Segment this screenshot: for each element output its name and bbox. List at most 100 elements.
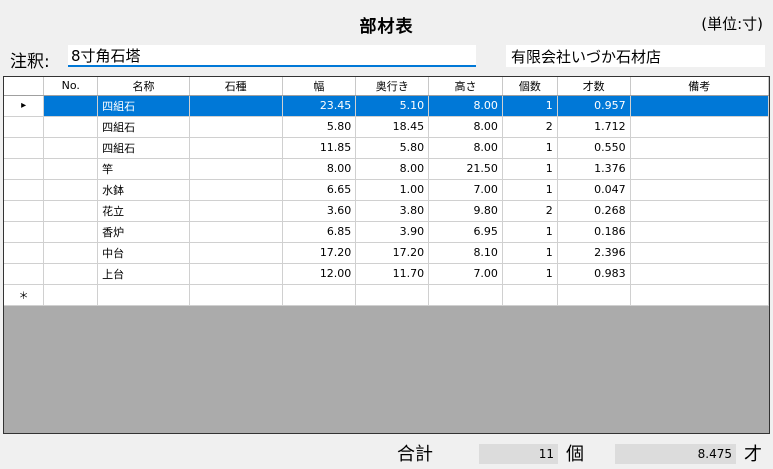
cell-stone[interactable] [189, 200, 283, 222]
cell-stone[interactable] [189, 242, 283, 264]
parts-grid[interactable]: No. 名称 石種 幅 奥行き 高さ 個数 才数 備考 ▸ 四組石 23.45 … [3, 76, 770, 434]
table-row[interactable]: 四組石 11.85 5.80 8.00 1 0.550 [4, 137, 769, 159]
cell-name[interactable]: 上台 [97, 263, 190, 285]
cell-stone[interactable] [189, 95, 283, 117]
column-header-width[interactable]: 幅 [282, 77, 357, 96]
column-header-sai[interactable]: 才数 [557, 77, 631, 96]
cell-stone[interactable] [189, 137, 283, 159]
column-header-height[interactable]: 高さ [428, 77, 503, 96]
cell-name[interactable]: 四組石 [97, 137, 190, 159]
cell-depth[interactable]: 11.70 [355, 263, 430, 285]
cell-sai[interactable]: 0.268 [557, 200, 631, 222]
order-name-input[interactable] [68, 45, 476, 67]
cell-no[interactable] [43, 242, 99, 264]
cell-sai[interactable]: 2.396 [557, 242, 631, 264]
cell-note[interactable] [630, 95, 769, 117]
cell-count[interactable]: 1 [502, 158, 558, 180]
new-row-indicator[interactable]: ＊ [4, 284, 45, 306]
cell-depth[interactable]: 8.00 [355, 158, 430, 180]
table-row[interactable]: 中台 17.20 17.20 8.10 1 2.396 [4, 242, 769, 264]
cell-count[interactable]: 1 [502, 221, 558, 243]
cell-width[interactable]: 12.00 [282, 263, 357, 285]
cell-count[interactable]: 1 [502, 242, 558, 264]
cell-name[interactable]: 花立 [97, 200, 190, 222]
cell-depth[interactable]: 5.10 [355, 95, 430, 117]
shop-name-input[interactable] [506, 45, 765, 67]
cell-note[interactable] [630, 179, 769, 201]
column-header-no[interactable]: No. [43, 77, 99, 96]
cell-sai[interactable]: 0.957 [557, 95, 631, 117]
cell-depth[interactable]: 18.45 [355, 116, 430, 138]
cell-height[interactable]: 9.80 [428, 200, 503, 222]
cell-note[interactable] [630, 116, 769, 138]
table-row[interactable]: 香炉 6.85 3.90 6.95 1 0.186 [4, 221, 769, 243]
cell-no[interactable] [43, 116, 99, 138]
cell-stone[interactable] [189, 221, 283, 243]
cell-width[interactable]: 11.85 [282, 137, 357, 159]
cell-no[interactable] [43, 200, 99, 222]
cell-depth[interactable]: 3.80 [355, 200, 430, 222]
cell-depth[interactable]: 5.80 [355, 137, 430, 159]
cell-height[interactable]: 21.50 [428, 158, 503, 180]
cell-count[interactable]: 1 [502, 179, 558, 201]
cell-name[interactable]: 四組石 [97, 95, 190, 117]
cell-stone[interactable] [189, 179, 283, 201]
cell-width[interactable]: 23.45 [282, 95, 357, 117]
table-row[interactable]: 竿 8.00 8.00 21.50 1 1.376 [4, 158, 769, 180]
cell-stone[interactable] [189, 284, 283, 306]
cell-no[interactable] [43, 221, 99, 243]
cell-name[interactable]: 竿 [97, 158, 190, 180]
cell-note[interactable] [630, 200, 769, 222]
cell-count[interactable]: 1 [502, 95, 558, 117]
cell-height[interactable]: 8.00 [428, 137, 503, 159]
cell-depth[interactable]: 1.00 [355, 179, 430, 201]
cell-count[interactable]: 1 [502, 137, 558, 159]
row-header[interactable] [4, 263, 45, 285]
cell-note[interactable] [630, 137, 769, 159]
cell-width[interactable]: 5.80 [282, 116, 357, 138]
cell-name[interactable]: 中台 [97, 242, 190, 264]
cell-depth[interactable] [355, 284, 430, 306]
table-row[interactable]: 上台 12.00 11.70 7.00 1 0.983 [4, 263, 769, 285]
cell-no[interactable] [43, 137, 99, 159]
cell-width[interactable]: 17.20 [282, 242, 357, 264]
row-header[interactable] [4, 221, 45, 243]
cell-no[interactable] [43, 179, 99, 201]
new-row[interactable]: ＊ [4, 284, 769, 306]
cell-depth[interactable]: 3.90 [355, 221, 430, 243]
cell-height[interactable]: 7.00 [428, 179, 503, 201]
column-header-stone[interactable]: 石種 [189, 77, 283, 96]
cell-sai[interactable]: 0.550 [557, 137, 631, 159]
cell-stone[interactable] [189, 263, 283, 285]
row-header[interactable] [4, 137, 45, 159]
current-row-indicator[interactable]: ▸ [4, 95, 45, 117]
cell-height[interactable] [428, 284, 503, 306]
column-header-name[interactable]: 名称 [97, 77, 190, 96]
cell-width[interactable]: 3.60 [282, 200, 357, 222]
cell-no[interactable] [43, 158, 99, 180]
cell-height[interactable]: 8.10 [428, 242, 503, 264]
cell-note[interactable] [630, 263, 769, 285]
cell-width[interactable]: 8.00 [282, 158, 357, 180]
table-row[interactable]: 四組石 5.80 18.45 8.00 2 1.712 [4, 116, 769, 138]
cell-sai[interactable]: 1.712 [557, 116, 631, 138]
table-row[interactable]: 花立 3.60 3.80 9.80 2 0.268 [4, 200, 769, 222]
cell-note[interactable] [630, 284, 769, 306]
cell-width[interactable] [282, 284, 357, 306]
table-row[interactable]: ▸ 四組石 23.45 5.10 8.00 1 0.957 [4, 95, 769, 117]
cell-width[interactable]: 6.65 [282, 179, 357, 201]
cell-sai[interactable]: 0.186 [557, 221, 631, 243]
cell-count[interactable]: 2 [502, 200, 558, 222]
cell-no[interactable] [43, 284, 99, 306]
cell-count[interactable]: 2 [502, 116, 558, 138]
cell-height[interactable]: 8.00 [428, 95, 503, 117]
cell-note[interactable] [630, 221, 769, 243]
cell-no[interactable] [43, 95, 99, 117]
row-header[interactable] [4, 179, 45, 201]
cell-name[interactable]: 香炉 [97, 221, 190, 243]
cell-stone[interactable] [189, 116, 283, 138]
cell-sai[interactable] [557, 284, 631, 306]
cell-sai[interactable]: 0.047 [557, 179, 631, 201]
table-row[interactable]: 水鉢 6.65 1.00 7.00 1 0.047 [4, 179, 769, 201]
column-header-depth[interactable]: 奥行き [355, 77, 430, 96]
